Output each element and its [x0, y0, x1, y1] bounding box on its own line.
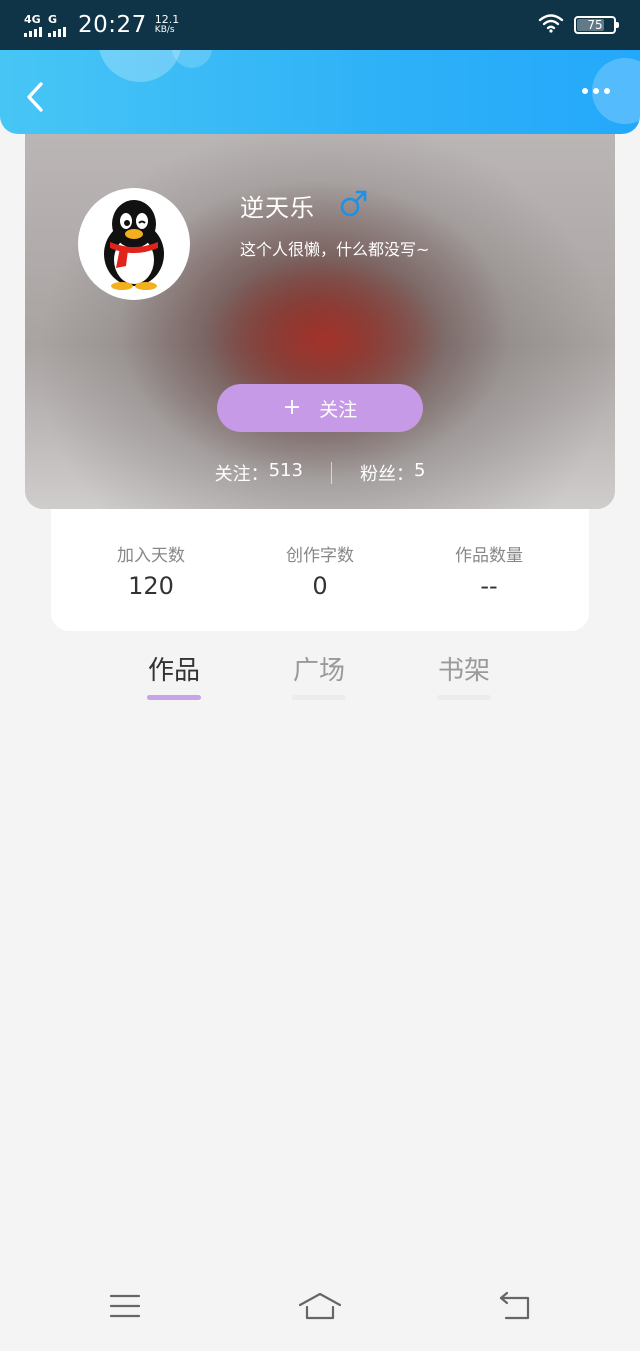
back-button[interactable] — [22, 80, 48, 114]
home-icon — [298, 1292, 342, 1320]
tab-works[interactable]: 作品 — [147, 650, 201, 700]
tab-label: 作品 — [147, 656, 200, 686]
stat-join-days: 加入天数 120 — [101, 541, 201, 631]
male-icon — [339, 188, 369, 218]
stat-value: -- — [480, 572, 498, 600]
decorative-bubble — [172, 50, 212, 68]
stat-label: 加入天数 — [117, 546, 185, 566]
divider — [330, 462, 332, 484]
username: 逆天乐 — [240, 194, 315, 222]
app-header — [0, 50, 640, 134]
user-bio: 这个人很懒，什么都没写~ — [240, 240, 430, 259]
decorative-bubble — [98, 50, 182, 82]
plus-icon: + — [282, 395, 302, 420]
tab-square[interactable]: 广场 — [292, 650, 346, 700]
tab-label: 广场 — [292, 656, 345, 686]
network-speed-unit: KB/s — [154, 25, 175, 35]
signal-g: G — [48, 14, 66, 37]
network-type-2: G — [48, 12, 58, 26]
tab-underline — [292, 695, 346, 700]
stat-works-count: 作品数量 -- — [439, 541, 539, 631]
clock: 20:27 — [78, 12, 147, 38]
stat-label: 作品数量 — [455, 546, 523, 566]
follow-button[interactable]: + 关注 — [217, 384, 423, 432]
stat-word-count: 创作字数 0 — [270, 541, 370, 631]
network-speed: 12.1 KB/s — [155, 14, 180, 36]
stats-card: 加入天数 120 创作字数 0 作品数量 -- — [51, 505, 589, 631]
follow-button-label: 关注 — [319, 398, 358, 421]
signal-bars-icon — [24, 26, 42, 37]
system-nav-bar — [0, 1271, 640, 1351]
signal-bars-icon — [48, 26, 66, 37]
tab-underline — [147, 695, 201, 700]
more-button[interactable] — [582, 88, 610, 94]
following-value: 513 — [268, 460, 303, 481]
battery-icon: 75 — [574, 16, 619, 34]
wifi-icon — [538, 13, 564, 37]
fans-value: 5 — [413, 460, 426, 481]
following-count[interactable]: 关注： 513 — [215, 460, 303, 486]
back-arrow-icon — [499, 1291, 530, 1320]
nav-menu-button[interactable] — [103, 1289, 147, 1323]
fans-count[interactable]: 粉丝： 5 — [360, 460, 425, 486]
stat-value: 120 — [128, 572, 174, 600]
follow-counts: 关注： 513 粉丝： 5 — [25, 458, 615, 488]
menu-icon — [109, 1294, 141, 1318]
tab-underline — [437, 695, 491, 700]
profile-card: 逆天乐 这个人很懒，什么都没写~ + 关注 关注： 513 粉丝： 5 — [25, 100, 615, 509]
fans-label: 粉丝： — [359, 464, 414, 485]
nav-home-button[interactable] — [298, 1289, 342, 1323]
signal-4g: 4G — [24, 14, 42, 37]
chevron-left-icon — [27, 82, 43, 112]
network-type-1: 4G — [24, 12, 41, 26]
tab-bar: 作品 广场 书架 — [0, 650, 640, 710]
status-bar: 4G G 20:27 12.1 KB/s 75 — [0, 0, 640, 50]
network-speed-value: 12.1 — [154, 13, 180, 26]
stat-value: 0 — [312, 572, 328, 600]
avatar[interactable] — [78, 188, 190, 300]
tab-label: 书架 — [437, 656, 490, 686]
stat-label: 创作字数 — [286, 546, 354, 566]
penguin-avatar-icon — [104, 200, 164, 290]
nav-back-button[interactable] — [493, 1289, 537, 1323]
more-dots-icon — [582, 88, 588, 94]
following-label: 关注： — [214, 464, 269, 485]
battery-level: 75 — [587, 18, 603, 32]
tab-bookshelf[interactable]: 书架 — [437, 650, 491, 700]
